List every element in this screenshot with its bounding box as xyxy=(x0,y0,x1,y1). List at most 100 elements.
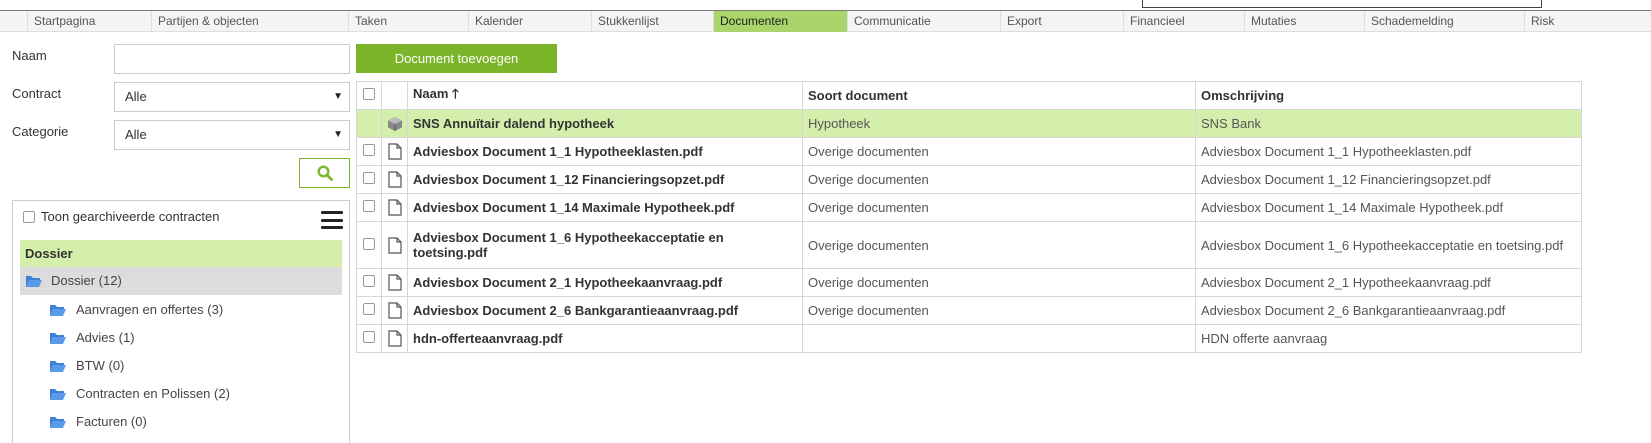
column-header-omschrijving[interactable]: Omschrijving xyxy=(1195,81,1582,110)
sort-ascending-icon: 🡑 xyxy=(452,85,459,101)
folder-label: Advies (1) xyxy=(76,330,135,345)
file-icon xyxy=(387,330,402,347)
row-checkbox[interactable] xyxy=(363,172,375,184)
document-name[interactable]: Adviesbox Document 1_6 Hypotheekacceptat… xyxy=(407,221,803,269)
chevron-down-icon: ▼ xyxy=(333,129,343,140)
document-name[interactable]: SNS Annuïtair dalend hypotheek xyxy=(407,109,803,138)
row-checkbox-cell xyxy=(356,165,382,194)
global-search-box[interactable] xyxy=(1142,0,1542,8)
document-description: SNS Bank xyxy=(1195,109,1582,138)
table-row[interactable]: SNS Annuïtair dalend hypotheek Hypotheek… xyxy=(356,109,1582,138)
file-icon xyxy=(387,236,402,254)
tab-schademelding[interactable]: Schademelding xyxy=(1364,11,1524,32)
tab-risk[interactable]: Risk xyxy=(1524,11,1651,32)
folder-item[interactable]: Contracten en Polissen (2) xyxy=(49,383,230,405)
table-row[interactable]: Adviesbox Document 1_14 Maximale Hypothe… xyxy=(356,193,1582,222)
row-checkbox[interactable] xyxy=(363,237,375,250)
row-checkbox[interactable] xyxy=(363,200,375,212)
tab-communicatie[interactable]: Communicatie xyxy=(847,11,1000,32)
row-checkbox-cell xyxy=(356,268,382,297)
tab-startpagina[interactable]: Startpagina xyxy=(27,11,143,32)
row-icon-cell xyxy=(381,221,408,269)
contract-select[interactable]: Alle ▼ xyxy=(114,82,350,112)
tab-financieel[interactable]: Financieel xyxy=(1123,11,1244,32)
row-icon-cell xyxy=(381,324,408,353)
row-checkbox[interactable] xyxy=(363,303,375,315)
row-checkbox[interactable] xyxy=(363,144,375,156)
folder-open-icon xyxy=(50,305,66,316)
tab-taken[interactable]: Taken xyxy=(348,11,468,32)
naam-label: Naam xyxy=(12,48,47,63)
document-type: Hypotheek xyxy=(802,109,1196,138)
folder-label: Aanvragen en offertes (3) xyxy=(76,302,224,317)
document-description: Adviesbox Document 1_1 Hypotheeklasten.p… xyxy=(1195,137,1582,166)
tab-partijen-objecten[interactable]: Partijen & objecten xyxy=(151,11,348,32)
table-row[interactable]: Adviesbox Document 1_1 Hypotheeklasten.p… xyxy=(356,137,1582,166)
document-name[interactable]: Adviesbox Document 1_1 Hypotheeklasten.p… xyxy=(407,137,803,166)
document-type: Overige documenten xyxy=(802,268,1196,297)
table-row[interactable]: Adviesbox Document 2_6 Bankgarantieaanvr… xyxy=(356,296,1582,325)
tab-stukkenlijst[interactable]: Stukkenlijst xyxy=(591,11,713,32)
folder-dossier-root[interactable]: Dossier (12) xyxy=(20,267,342,295)
row-checkbox[interactable] xyxy=(363,331,375,343)
document-type: Overige documenten xyxy=(802,165,1196,194)
folder-open-icon xyxy=(50,389,66,400)
tab-documenten[interactable]: Documenten xyxy=(713,11,847,32)
table-row[interactable]: Adviesbox Document 1_6 Hypotheekacceptat… xyxy=(356,221,1582,269)
archive-checkbox[interactable] xyxy=(23,210,35,223)
file-icon xyxy=(387,199,402,216)
select-all-checkbox[interactable] xyxy=(363,88,375,100)
row-checkbox-cell xyxy=(356,324,382,353)
row-checkbox-cell xyxy=(356,137,382,166)
archive-toggle[interactable]: Toon gearchiveerde contracten xyxy=(23,209,220,224)
document-description: Adviesbox Document 1_6 Hypotheekacceptat… xyxy=(1195,221,1582,269)
file-icon xyxy=(387,143,402,160)
document-description: Adviesbox Document 2_6 Bankgarantieaanvr… xyxy=(1195,296,1582,325)
tab-kalender[interactable]: Kalender xyxy=(468,11,591,32)
document-description: Adviesbox Document 1_12 Financieringsopz… xyxy=(1195,165,1582,194)
column-label: Naam xyxy=(413,85,449,101)
icon-column-header xyxy=(381,81,408,110)
menu-icon[interactable] xyxy=(321,211,343,229)
column-header-soort[interactable]: Soort document xyxy=(802,81,1196,110)
folder-label: Contracten en Polissen (2) xyxy=(76,386,230,401)
row-checkbox[interactable] xyxy=(363,275,375,287)
search-button[interactable] xyxy=(299,158,350,188)
folder-item[interactable]: Advies (1) xyxy=(49,327,135,349)
document-name[interactable]: Adviesbox Document 1_14 Maximale Hypothe… xyxy=(407,193,803,222)
document-name[interactable]: Adviesbox Document 1_12 Financieringsopz… xyxy=(407,165,803,194)
row-checkbox-cell xyxy=(356,221,382,269)
document-type: Overige documenten xyxy=(802,137,1196,166)
add-document-button[interactable]: Document toevoegen xyxy=(356,44,557,73)
file-icon xyxy=(387,302,402,319)
row-icon-cell xyxy=(381,165,408,194)
chevron-down-icon: ▼ xyxy=(333,91,343,102)
contract-select-value: Alle xyxy=(125,89,147,104)
package-icon xyxy=(387,116,402,131)
table-row[interactable]: hdn-offerteaanvraag.pdf HDN offerte aanv… xyxy=(356,324,1582,353)
table-row[interactable]: Adviesbox Document 1_12 Financieringsopz… xyxy=(356,165,1582,194)
tab-export[interactable]: Export xyxy=(1000,11,1123,32)
document-description: HDN offerte aanvraag xyxy=(1195,324,1582,353)
archive-label: Toon gearchiveerde contracten xyxy=(41,209,220,224)
row-checkbox-cell xyxy=(356,296,382,325)
file-icon xyxy=(387,274,402,291)
document-name[interactable]: Adviesbox Document 2_1 Hypotheekaanvraag… xyxy=(407,268,803,297)
main-nav: Startpagina Partijen & objecten Taken Ka… xyxy=(0,11,1651,32)
folder-item[interactable]: Aanvragen en offertes (3) xyxy=(49,299,223,321)
column-header-naam[interactable]: Naam 🡑 xyxy=(407,81,803,110)
document-type: Overige documenten xyxy=(802,221,1196,269)
table-header-row: Naam 🡑 Soort document Omschrijving xyxy=(356,81,1582,110)
folder-open-icon xyxy=(26,276,42,287)
categorie-select-value: Alle xyxy=(125,127,147,142)
naam-input[interactable] xyxy=(114,44,350,74)
document-name[interactable]: hdn-offerteaanvraag.pdf xyxy=(407,324,803,353)
tab-mutaties[interactable]: Mutaties xyxy=(1244,11,1364,32)
folder-label: Dossier (12) xyxy=(51,273,122,288)
folder-item[interactable]: BTW (0) xyxy=(49,355,124,377)
row-icon-cell xyxy=(381,268,408,297)
folder-item[interactable]: Facturen (0) xyxy=(49,411,147,433)
document-name[interactable]: Adviesbox Document 2_6 Bankgarantieaanvr… xyxy=(407,296,803,325)
table-row[interactable]: Adviesbox Document 2_1 Hypotheekaanvraag… xyxy=(356,268,1582,297)
categorie-select[interactable]: Alle ▼ xyxy=(114,120,350,150)
